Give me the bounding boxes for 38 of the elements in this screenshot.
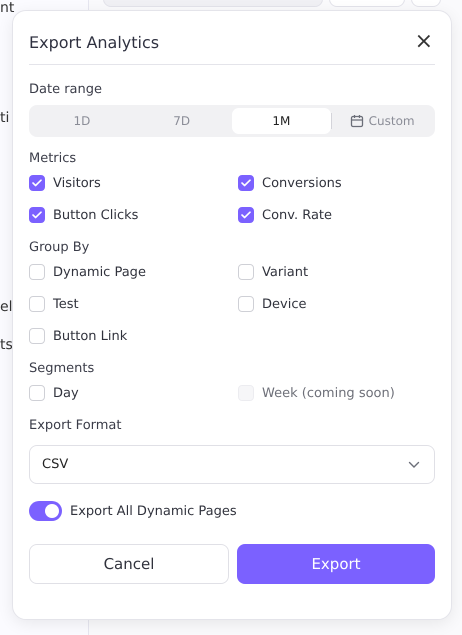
checkbox-label: Variant [262,264,308,280]
date-range-tab[interactable]: 1M [232,108,332,134]
cancel-button[interactable]: Cancel [29,544,229,584]
close-button[interactable]: × [412,31,435,53]
checkbox[interactable] [29,207,45,223]
check-icon [241,179,251,187]
checkbox-label: Button Link [53,328,128,344]
checkbox-label: Conversions [262,176,342,190]
section-label: Group By [29,240,90,255]
format-select[interactable]: CSV [29,445,435,484]
section-label: Date range [29,82,102,97]
dialog-title: Export Analytics [29,32,160,52]
sidebar-item[interactable]: nt [0,0,14,16]
checkbox[interactable] [29,175,45,191]
checkbox-label: Day [53,386,79,400]
checkbox-label: Visitors [53,176,101,190]
checkbox-label: Button Clicks [53,208,138,222]
sidebar-item[interactable]: ti [0,110,10,126]
section-label: Segments [29,361,94,376]
checkbox[interactable] [238,207,254,223]
toggle-switch[interactable] [29,501,62,521]
section-label: Export Format [29,418,122,433]
toggle-label: Export All Dynamic Pages [70,504,237,518]
check-icon [32,179,42,187]
checkbox-label: Conv. Rate [262,208,332,222]
checkbox-label: Device [262,296,306,312]
checkbox-label: Dynamic Page [53,264,146,280]
chevron-down-icon [408,460,420,468]
check-icon [32,211,42,219]
section-label: Metrics [29,151,76,166]
calendar-icon [350,114,364,128]
check-icon [241,211,251,219]
export-button[interactable]: Export [237,544,435,584]
sidebar-item[interactable]: el [0,299,13,315]
checkbox[interactable] [238,175,254,191]
sidebar-item[interactable]: ts [0,337,13,353]
checkbox-label: Test [53,296,79,312]
checkbox-label: Week (coming soon) [262,386,395,400]
